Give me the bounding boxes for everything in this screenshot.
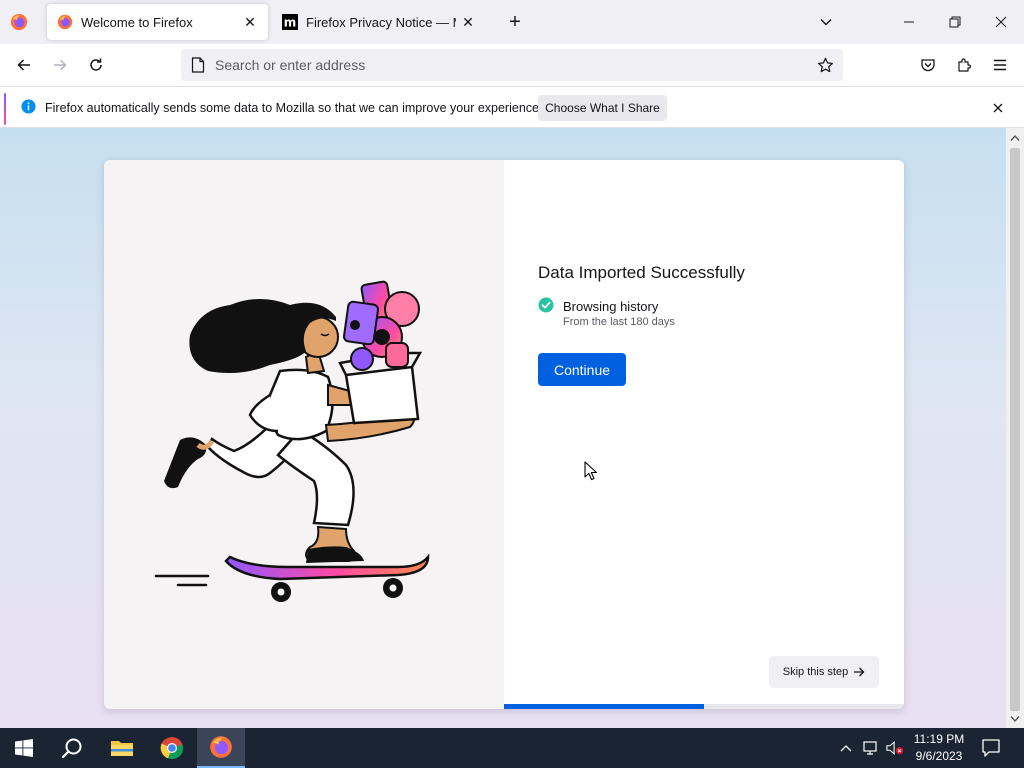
back-arrow-icon[interactable] <box>10 51 38 79</box>
page-title: Data Imported Successfully <box>538 263 745 282</box>
tab-title: Firefox Privacy Notice — Mozilla <box>306 14 456 30</box>
tab-title: Welcome to Firefox <box>81 14 193 30</box>
svg-text:m: m <box>284 16 297 30</box>
chevron-down-icon[interactable] <box>814 10 838 34</box>
address-bar[interactable] <box>181 49 843 81</box>
notification-button-label: Choose What I Share <box>545 101 660 115</box>
tab-privacy-notice[interactable]: m Firefox Privacy Notice — Mozilla ✕ <box>272 4 486 40</box>
choose-what-i-share-button[interactable]: Choose What I Share <box>538 95 667 121</box>
forward-arrow-icon[interactable] <box>46 51 74 79</box>
chrome-icon[interactable] <box>148 728 196 768</box>
network-icon[interactable] <box>862 739 880 757</box>
mozilla-favicon-icon: m <box>282 14 298 30</box>
search-icon[interactable] <box>48 728 96 768</box>
show-hidden-icons-chevron-icon[interactable] <box>837 739 855 757</box>
scroll-up-arrow-icon[interactable] <box>1010 134 1020 142</box>
tab-strip: Welcome to Firefox ✕ m Firefox Privacy N… <box>0 0 1024 44</box>
scroll-down-arrow-icon[interactable] <box>1010 715 1020 723</box>
reload-icon[interactable] <box>82 51 110 79</box>
windows-start-icon[interactable] <box>0 728 48 768</box>
notification-message: Firefox automatically sends some data to… <box>45 101 543 115</box>
url-input[interactable] <box>215 57 811 73</box>
notification-accent <box>4 93 6 125</box>
arrow-right-icon <box>854 667 865 677</box>
pocket-icon[interactable] <box>914 51 942 79</box>
page-icon <box>189 56 207 74</box>
close-tab-icon[interactable]: ✕ <box>242 14 258 30</box>
imported-item-subtitle: From the last 180 days <box>563 316 675 328</box>
close-notification-icon[interactable] <box>988 98 1008 118</box>
file-explorer-icon[interactable] <box>98 728 146 768</box>
firefox-favicon-icon <box>57 14 73 30</box>
bookmark-star-icon[interactable] <box>811 51 839 79</box>
new-tab-icon[interactable]: + <box>503 10 527 34</box>
onboarding-progress-bar <box>504 704 904 709</box>
restore-icon[interactable] <box>932 0 978 44</box>
tab-welcome[interactable]: Welcome to Firefox ✕ <box>47 4 268 40</box>
navigation-toolbar <box>0 44 1024 86</box>
system-clock[interactable]: 11:19 PM 9/6/2023 <box>906 731 972 765</box>
windows-taskbar: 11:19 PM 9/6/2023 <box>0 728 1024 768</box>
minimize-icon[interactable] <box>886 0 932 44</box>
skip-step-button[interactable]: Skip this step <box>769 656 879 688</box>
action-center-icon[interactable] <box>980 737 1002 759</box>
scrollbar-thumb[interactable] <box>1010 148 1020 711</box>
skip-button-label: Skip this step <box>782 666 849 678</box>
onboarding-card: Data Imported Successfully Browsing hist… <box>104 160 904 709</box>
firefox-view-icon[interactable] <box>9 12 29 32</box>
page-scrollbar[interactable] <box>1006 128 1024 728</box>
extensions-icon[interactable] <box>950 51 978 79</box>
firefox-taskbar-icon[interactable] <box>197 728 245 768</box>
skateboarder-illustration <box>154 280 430 602</box>
clock-time: 11:19 PM <box>913 732 965 746</box>
volume-muted-icon[interactable] <box>886 739 904 757</box>
mouse-cursor-icon <box>584 461 598 481</box>
close-tab-icon[interactable]: ✕ <box>460 14 476 30</box>
progress-fill <box>504 704 704 709</box>
data-collection-notification: Firefox automatically sends some data to… <box>0 86 1024 128</box>
continue-button[interactable]: Continue <box>538 353 626 386</box>
checkmark-circle-icon <box>538 297 554 313</box>
close-window-icon[interactable] <box>978 0 1024 44</box>
info-icon <box>21 99 36 114</box>
imported-item-title: Browsing history <box>563 299 659 314</box>
hamburger-menu-icon[interactable] <box>986 51 1014 79</box>
illustration-pane <box>104 160 504 709</box>
page-content: Data Imported Successfully Browsing hist… <box>0 128 1006 728</box>
clock-date: 9/6/2023 <box>915 749 963 763</box>
